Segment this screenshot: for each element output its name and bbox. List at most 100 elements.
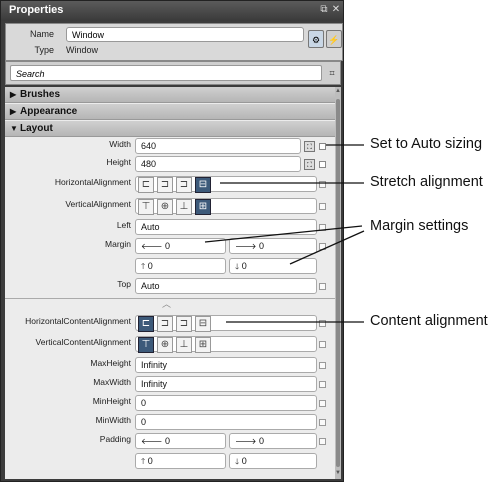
padding-top-input[interactable]: 🡑 0 [135,453,226,469]
align-center-icon[interactable]: ⊐ [157,316,173,332]
collapse-icon: ▼ [10,124,18,133]
property-marker[interactable] [319,283,326,290]
arrow-down-icon: 🡓 [235,262,240,271]
properties-panel: Properties ⧉ ✕ Name Window Type Window ⚙… [0,0,344,482]
arrow-left-icon: 🡐 [141,437,163,446]
property-marker[interactable] [319,400,326,407]
pin-icon[interactable]: ⧉ [319,5,329,15]
padding-bottom-input[interactable]: 🡓 0 [229,453,317,469]
padding-right-input[interactable]: 🡒 0 [229,433,317,449]
align-top-icon[interactable]: ⊤ [138,199,154,215]
panel-titlebar: Properties ⧉ ✕ [1,1,343,21]
left-input[interactable]: Auto [135,219,317,235]
vertical-content-alignment-row: VerticalContentAlignment ⊤ ⊕ ⊥ ⊞ [5,335,335,353]
align-bottom-icon[interactable]: ⊥ [176,337,192,353]
margin-label: Margin [105,239,131,249]
horizontal-content-alignment-row: HorizontalContentAlignment ⊏ ⊐ ⊐ ⊟ [5,314,335,332]
align-stretch-icon[interactable]: ⊟ [195,177,211,193]
category-appearance[interactable]: ▶ Appearance [5,104,335,120]
align-right-icon[interactable]: ⊐ [176,316,192,332]
scrollbar-thumb[interactable] [336,99,340,467]
margin-row: Margin 🡐 0 🡒 0 [5,237,335,255]
scroll-up-icon[interactable]: ▲ [334,88,341,94]
properties-view-button[interactable]: ⚙ [308,30,324,48]
margin-right-input[interactable]: 🡒 0 [229,238,317,254]
max-height-input[interactable]: Infinity [135,357,317,373]
callout-content-alignment: Content alignment [370,313,488,329]
callout-stretch-alignment: Stretch alignment [370,174,483,190]
collapse-advanced-icon[interactable]: ︿ [162,297,171,310]
expand-icon: ▶ [10,90,17,99]
category-brushes[interactable]: ▶ Brushes [5,87,335,103]
padding-left-input[interactable]: 🡐 0 [135,433,226,449]
search-bar: Search ⌗ [5,61,341,85]
align-top-icon[interactable]: ⊤ [138,337,154,353]
type-label: Type [34,45,54,55]
panel-title: Properties [9,4,64,16]
height-input[interactable]: 480 [135,156,301,172]
margin-top-input[interactable]: 🡑 0 [135,258,226,274]
width-row: Width 640 ⛶ [5,137,335,155]
property-grid: ▶ Brushes ▶ Appearance ▼ Layout Width 64… [5,87,341,479]
arrow-right-icon: 🡒 [235,437,257,446]
property-marker[interactable] [319,438,326,445]
align-stretch-vertical-icon[interactable]: ⊞ [195,337,211,353]
padding-bottom-value: 0 [241,456,247,466]
top-row: Top Auto [5,277,335,295]
margin-left-value: 0 [164,241,170,251]
clear-search-icon[interactable]: ⌗ [326,65,338,81]
align-middle-icon[interactable]: ⊕ [157,199,173,215]
property-marker[interactable] [319,381,326,388]
property-marker[interactable] [319,341,326,348]
margin-top-value: 0 [147,261,153,271]
align-stretch-icon[interactable]: ⊟ [195,316,211,332]
property-marker[interactable] [319,362,326,369]
top-input[interactable]: Auto [135,278,317,294]
padding-top-value: 0 [147,456,153,466]
arrow-up-icon: 🡑 [141,457,146,466]
close-icon[interactable]: ✕ [331,5,341,15]
align-center-icon[interactable]: ⊐ [157,177,173,193]
property-marker[interactable] [319,243,326,250]
vertical-alignment-row: VerticalAlignment ⊤ ⊕ ⊥ ⊞ [5,197,335,215]
property-marker[interactable] [319,181,326,188]
align-left-icon[interactable]: ⊏ [138,316,154,332]
min-width-label: MinWidth [95,415,131,425]
property-marker[interactable] [319,320,326,327]
min-width-input[interactable]: 0 [135,414,317,430]
arrow-right-icon: 🡒 [235,242,257,251]
align-left-icon[interactable]: ⊏ [138,177,154,193]
max-width-input[interactable]: Infinity [135,376,317,392]
property-marker[interactable] [319,143,326,150]
scroll-down-icon[interactable]: ▼ [334,470,341,476]
align-bottom-icon[interactable]: ⊥ [176,199,192,215]
align-middle-icon[interactable]: ⊕ [157,337,173,353]
min-height-input[interactable]: 0 [135,395,317,411]
padding-right-value: 0 [258,436,264,446]
margin-left-input[interactable]: 🡐 0 [135,238,226,254]
max-width-label: MaxWidth [93,377,131,387]
property-marker[interactable] [319,203,326,210]
padding-label: Padding [99,434,131,444]
property-marker[interactable] [319,224,326,231]
name-input[interactable]: Window [66,27,304,42]
auto-size-icon[interactable]: ⛶ [304,159,315,170]
property-marker[interactable] [319,419,326,426]
margin-bottom-input[interactable]: 🡓 0 [229,258,317,274]
left-row: Left Auto [5,218,335,236]
search-input[interactable]: Search [10,65,322,81]
events-view-button[interactable]: ⚡ [326,30,342,48]
margin-right-value: 0 [258,241,264,251]
width-input[interactable]: 640 [135,138,301,154]
height-label: Height [106,157,131,167]
property-marker[interactable] [319,161,326,168]
horizontal-content-alignment-field: ⊏ ⊐ ⊐ ⊟ [135,315,317,332]
align-right-icon[interactable]: ⊐ [176,177,192,193]
category-layout[interactable]: ▼ Layout [5,121,335,137]
align-stretch-vertical-icon[interactable]: ⊞ [195,199,211,215]
auto-size-icon[interactable]: ⛶ [304,141,315,152]
vertical-alignment-field: ⊤ ⊕ ⊥ ⊞ [135,198,317,215]
category-label: Appearance [20,106,78,117]
top-label: Top [117,279,131,289]
margin-bottom-value: 0 [241,261,247,271]
